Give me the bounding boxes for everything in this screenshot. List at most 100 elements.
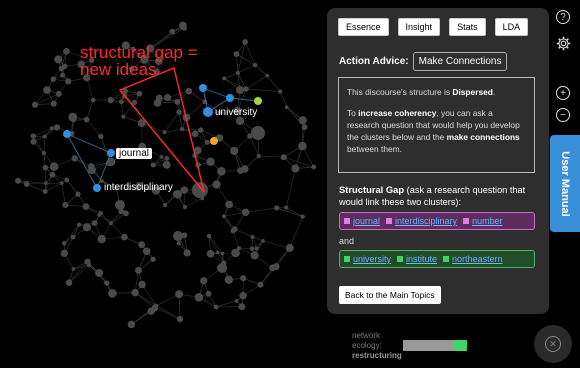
graph-node: [98, 133, 104, 140]
tab-stats[interactable]: Stats: [449, 18, 486, 36]
structural-gap-title: Structural Gap (ask a research question …: [339, 184, 544, 208]
university-node[interactable]: [203, 107, 213, 117]
graph-edge: [234, 228, 253, 238]
graph-edge: [216, 300, 237, 308]
graph-node: [53, 124, 61, 131]
graph-node: [237, 167, 244, 174]
graph-node: [76, 222, 82, 227]
graph-edge: [184, 198, 203, 208]
tab-lda[interactable]: LDA: [494, 18, 529, 36]
graph-node: [75, 191, 81, 197]
highlight-edge: [202, 87, 231, 99]
graph-node: [200, 277, 208, 285]
graph-node: [169, 28, 176, 35]
close-button[interactable]: ✕: [534, 325, 572, 363]
tab-insight[interactable]: Insight: [397, 18, 441, 36]
graph-node: [205, 290, 212, 297]
back-to-main-topics-button[interactable]: Back to the Main Topics: [339, 286, 441, 304]
cluster-node[interactable]: [210, 137, 218, 145]
graph-node: [95, 268, 104, 278]
graph-node: [179, 21, 187, 30]
make-connections-button[interactable]: Make Connections: [412, 52, 508, 71]
graph-node: [269, 264, 276, 272]
cluster-1-keyword[interactable]: number: [472, 216, 503, 226]
graph-node: [62, 63, 68, 69]
cluster-2-keyword[interactable]: northeastern: [452, 254, 503, 264]
graph-node: [64, 177, 70, 183]
graph-node: [150, 162, 156, 168]
graph-node: [174, 98, 181, 105]
graph-node: [191, 130, 199, 138]
graph-node: [54, 55, 63, 64]
graph-node: [71, 267, 76, 271]
cluster-2-keyword[interactable]: university: [353, 254, 391, 264]
graph-node: [82, 223, 92, 232]
node-label-university[interactable]: university: [215, 107, 257, 118]
graph-node: [115, 200, 125, 210]
tab-essence[interactable]: Essence: [338, 18, 389, 36]
graph-node: [43, 181, 48, 186]
graph-node: [131, 288, 139, 297]
cluster-1-keyword[interactable]: interdisciplinary: [395, 216, 457, 226]
and-text: and: [339, 236, 355, 246]
help-icon[interactable]: ?: [556, 10, 570, 24]
graph-node: [107, 96, 114, 104]
user-manual-tab[interactable]: User Manual: [550, 135, 580, 232]
graph-node: [301, 124, 308, 131]
graph-node: [30, 138, 37, 145]
graph-node: [220, 251, 225, 256]
graph-node: [68, 112, 78, 122]
annotation-line-1: structural gap =: [80, 43, 198, 62]
graph-node: [127, 320, 136, 329]
graph-edge: [245, 75, 268, 90]
graph-node: [274, 205, 280, 211]
cluster-node[interactable]: [63, 130, 71, 138]
graph-node: [235, 70, 240, 76]
zoom-out-icon[interactable]: −: [556, 108, 570, 122]
zoom-in-icon[interactable]: +: [556, 86, 570, 100]
graph-edge: [289, 216, 303, 249]
graph-edge: [266, 75, 281, 92]
graph-node: [206, 157, 215, 166]
cluster-1-keyword[interactable]: journal: [353, 216, 380, 226]
graph-node: [136, 90, 143, 97]
advice-p2-bold-1: increase coherency: [358, 108, 437, 118]
graph-edge: [285, 168, 296, 208]
cluster-1-square: [386, 218, 393, 224]
graph-node: [230, 146, 239, 155]
advice-paragraph-1: This discourse's structure is Dispersed.: [347, 86, 526, 98]
node-label-interdisciplinary[interactable]: interdisciplinary: [104, 182, 173, 193]
graph-node: [213, 304, 219, 310]
analytics-panel: Essence Insight Stats LDA Action Advice:…: [327, 8, 549, 314]
journal-node[interactable]: [107, 149, 115, 157]
graph-node: [182, 205, 188, 210]
ecology-state: restructuring: [352, 351, 402, 360]
graph-node: [204, 139, 210, 145]
user-manual-label: User Manual: [559, 150, 571, 217]
cluster-node[interactable]: [226, 94, 234, 102]
graph-node: [175, 290, 184, 299]
graph-node: [60, 249, 68, 257]
graph-edge: [236, 53, 256, 66]
graph-node: [185, 87, 193, 95]
gear-icon[interactable]: [556, 36, 571, 56]
graph-edge: [61, 182, 66, 205]
graph-node: [256, 153, 261, 159]
graph-edge: [154, 307, 181, 320]
interdisciplinary-node[interactable]: [93, 184, 101, 192]
panel-tabs: Essence Insight Stats LDA: [338, 18, 529, 36]
cluster-node[interactable]: [254, 97, 262, 105]
graph-node: [65, 279, 73, 286]
cluster-2-keyword[interactable]: institute: [406, 254, 437, 264]
graph-node: [198, 127, 204, 133]
advice-p2-end: between them.: [347, 144, 402, 154]
graph-node: [154, 303, 159, 308]
graph-node: [217, 166, 226, 176]
graph-node: [43, 86, 51, 94]
advice-paragraph-2: To increase coherency, you can ask a res…: [347, 107, 526, 155]
advice-p2-text: To: [347, 108, 359, 118]
graph-node: [298, 141, 307, 151]
cluster-node[interactable]: [199, 84, 207, 92]
node-label-journal[interactable]: journal: [116, 148, 153, 159]
graph-node: [206, 233, 212, 239]
